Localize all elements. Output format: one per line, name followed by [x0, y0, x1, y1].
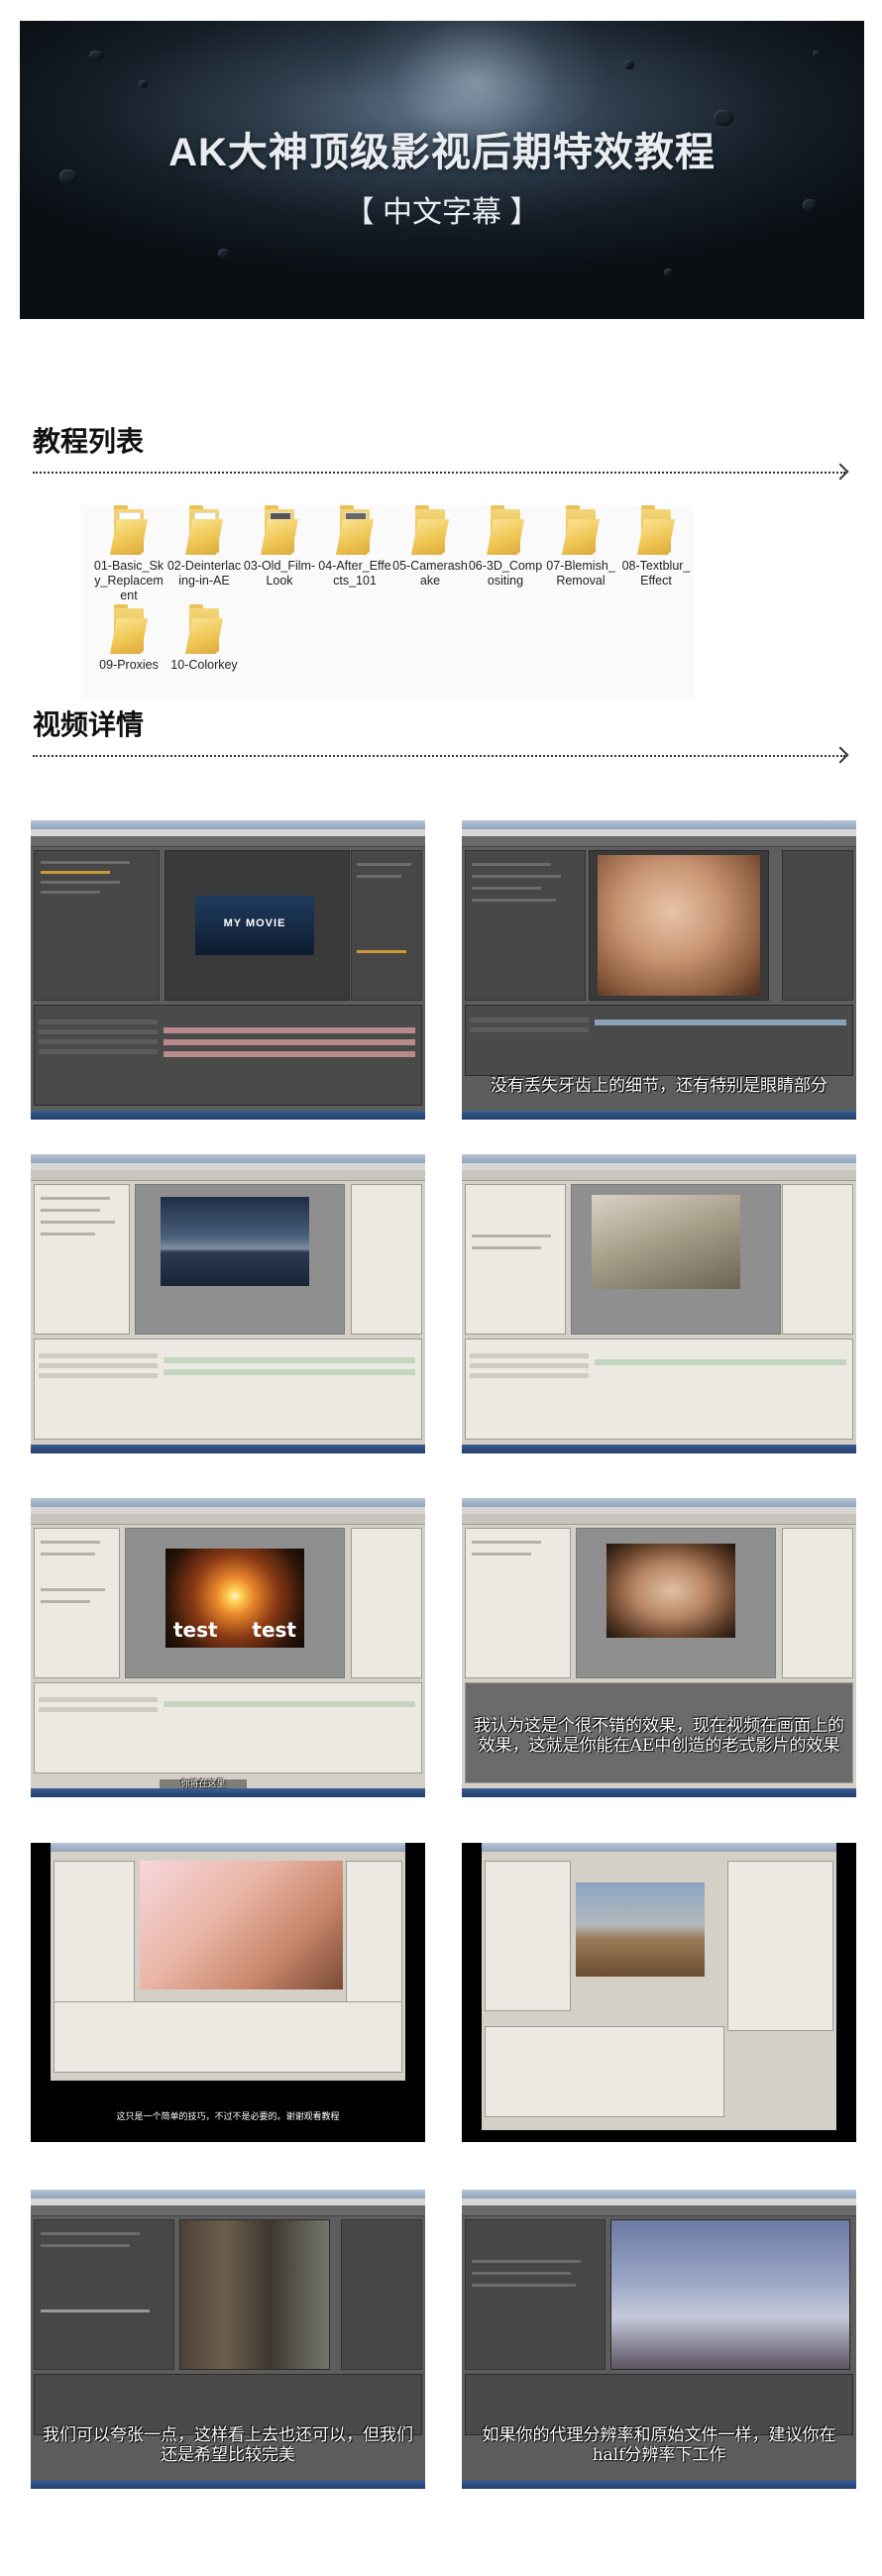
screenshot-eye-retouch: 没有丢失牙齿上的细节，还有特别是眼睛部分: [462, 820, 856, 1120]
chevron-right-icon: [831, 463, 849, 481]
folder-item[interactable]: 07-Blemish_Removal: [543, 505, 618, 589]
subtitle-caption: 如果你的代理分辨率和原始文件一样，建议你在half分辨率下工作: [482, 2425, 836, 2465]
folder-label: 07-Blemish_Removal: [546, 559, 615, 588]
project-panel: [465, 2219, 606, 2370]
folder-label: 06-3D_Compositing: [468, 559, 543, 588]
composition-viewer: [610, 2219, 850, 2370]
banner-title: AK大神顶级影视后期特效教程: [168, 131, 716, 174]
folder-label: 04-After_Effects_101: [318, 559, 391, 588]
effects-panel: [341, 2219, 422, 2370]
folder-list: 01-Basic_Sky_Replacement 02-Deinterlacin…: [81, 505, 694, 699]
asteroid: [89, 51, 103, 60]
composition-viewer: [589, 850, 769, 1001]
screenshot-camerashake: [462, 1843, 856, 2142]
timeline-panel: [34, 1005, 422, 1106]
screenshot-proxies: 如果你的代理分辨率和原始文件一样，建议你在half分辨率下工作: [462, 2190, 856, 2489]
composition-viewer: [135, 1184, 345, 1335]
project-panel: [34, 1528, 120, 1678]
subtitle-caption: 我认为这是个很不错的效果，现在视频在画面上的效果，这就是你能在AE中创造的老式影…: [474, 1716, 844, 1756]
folder-icon: [261, 505, 298, 555]
composition-viewer: [571, 1184, 781, 1335]
folder-icon: [185, 604, 223, 654]
effects-panel: [351, 1184, 422, 1335]
effects-panel: [351, 850, 422, 1001]
subtitle-caption: 我们可以夸张一点，这样看上去也还可以，但我们还是希望比较完美: [43, 2425, 413, 2465]
folder-label: 02-Deinterlacing-in-AE: [166, 559, 242, 588]
folder-item[interactable]: 10-Colorkey: [166, 604, 242, 673]
info-panel: [782, 850, 853, 1001]
timeline-panel: [34, 1339, 422, 1440]
ae-window: [482, 1843, 836, 2130]
composition-viewer: test test: [125, 1528, 345, 1678]
project-panel: [34, 850, 160, 1001]
ae-window: [51, 1843, 405, 2081]
overlay-text-left: test: [173, 1618, 218, 1642]
screenshot-colorkey: 我们可以夸张一点，这样看上去也还可以，但我们还是希望比较完美: [31, 2190, 425, 2489]
dotted-divider: [33, 472, 845, 474]
composition-viewer: [179, 2219, 330, 2370]
timeline-panel: [34, 1682, 422, 1773]
subtitle-caption: 这只是一个简单的技巧，不过不是必要的。谢谢观看教程: [116, 2112, 340, 2122]
screenshot-my-movie: MY MOVIE: [31, 820, 425, 1120]
timeline-panel: [465, 1339, 853, 1440]
effect-controls-panel: [34, 2219, 174, 2370]
effect-controls-panel: [465, 850, 586, 1001]
folder-label: 05-Camerashake: [392, 559, 468, 588]
chevron-right-icon: [831, 746, 849, 764]
folder-icon: [487, 505, 524, 555]
asteroid: [139, 80, 148, 88]
folder-item[interactable]: 02-Deinterlacing-in-AE: [166, 505, 242, 589]
subtitle-caption: 没有丢失牙齿上的细节，还有特别是眼睛部分: [491, 1076, 827, 1096]
folder-label: 09-Proxies: [99, 658, 159, 672]
folder-icon: [637, 505, 675, 555]
timeline-panel: [465, 1005, 853, 1076]
screenshot-blemish-removal: 这只是一个简单的技巧，不过不是必要的。谢谢观看教程: [31, 1843, 425, 2142]
screenshot-sky-replacement: [31, 1154, 425, 1453]
folder-item[interactable]: 05-Camerashake: [392, 505, 468, 589]
folder-item[interactable]: 01-Basic_Sky_Replacement: [91, 505, 166, 603]
screenshot-deinterlacing: [462, 1154, 856, 1453]
folder-icon: [185, 505, 223, 555]
section-title-details: 视频详情: [33, 709, 145, 740]
hero-banner: AK大神顶级影视后期特效教程 【 中文字幕 】: [20, 21, 864, 319]
section-title-list: 教程列表: [33, 426, 145, 457]
asteroid: [813, 51, 821, 57]
composition-viewer: MY MOVIE: [165, 850, 350, 1001]
asteroid: [624, 60, 634, 69]
banner-subtitle: 【 中文字幕 】: [344, 196, 540, 229]
effects-panel: [782, 1184, 853, 1335]
effects-panel: [351, 1528, 422, 1678]
folder-icon: [562, 505, 600, 555]
folder-icon: [336, 505, 374, 555]
folder-label: 01-Basic_Sky_Replacement: [93, 559, 165, 602]
screenshot-old-film: 我认为这是个很不错的效果，现在视频在画面上的效果，这就是你能在AE中创造的老式影…: [462, 1498, 856, 1797]
overlay-text-right: test: [252, 1618, 296, 1642]
screenshot-textblur: test test 你将在这里: [31, 1498, 425, 1797]
folder-icon: [110, 604, 148, 654]
composition-viewer: [576, 1528, 776, 1678]
folder-label: 08-Textblur_Effect: [621, 559, 691, 588]
project-panel: [34, 1184, 130, 1335]
folder-item[interactable]: 03-Old_Film-Look: [242, 505, 317, 589]
folder-label: 10-Colorkey: [170, 658, 238, 672]
folder-item[interactable]: 04-After_Effects_101: [317, 505, 392, 589]
folder-icon: [411, 505, 449, 555]
folder-item[interactable]: 08-Textblur_Effect: [618, 505, 694, 589]
folder-item[interactable]: 09-Proxies: [91, 604, 166, 673]
effects-panel: [782, 1528, 853, 1678]
asteroid: [664, 268, 673, 276]
movie-title-overlay: MY MOVIE: [223, 917, 286, 929]
folder-label: 03-Old_Film-Look: [243, 559, 316, 588]
effect-controls-panel: [465, 1184, 566, 1335]
folder-item[interactable]: 06-3D_Compositing: [468, 505, 543, 589]
dotted-divider: [33, 755, 845, 757]
folder-icon: [110, 505, 148, 555]
project-panel: [465, 1528, 571, 1678]
asteroid: [218, 249, 230, 259]
